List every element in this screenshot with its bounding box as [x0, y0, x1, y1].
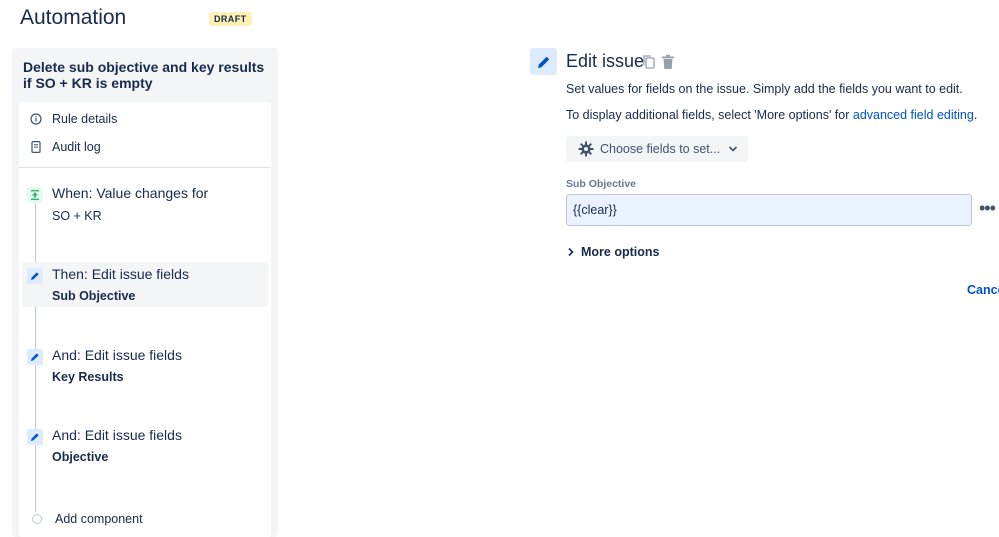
step-title: And: Edit issue fields	[52, 347, 182, 363]
edit-issue-icon	[530, 48, 557, 75]
pencil-icon	[27, 429, 43, 445]
gear-icon	[578, 141, 594, 157]
editor-description: Set values for fields on the issue. Simp…	[566, 82, 963, 96]
step-subtitle: SO + KR	[52, 209, 102, 223]
sub-objective-input[interactable]: {{clear}}	[566, 194, 972, 226]
step-edit-objective[interactable]: And: Edit issue fields Objective	[22, 423, 268, 468]
step-edit-sub-objective[interactable]: Then: Edit issue fields Sub Objective	[22, 262, 268, 307]
choose-fields-button[interactable]: Choose fields to set...	[566, 136, 748, 162]
add-dot-icon	[32, 514, 42, 524]
add-component-label: Add component	[55, 512, 143, 526]
rule-steps-card: Rule details Audit log When: Value chang…	[19, 102, 271, 537]
step-subtitle: Sub Objective	[52, 289, 136, 303]
advanced-hint-text: To display additional fields, select 'Mo…	[566, 108, 853, 122]
trash-icon[interactable]	[661, 54, 675, 70]
draft-badge: DRAFT	[209, 12, 252, 26]
step-trigger[interactable]: When: Value changes for SO + KR	[22, 182, 268, 228]
document-icon	[29, 140, 43, 154]
more-actions-icon[interactable]: •••	[979, 198, 996, 219]
step-title: Then: Edit issue fields	[52, 266, 189, 282]
rule-sidebar: Delete sub objective and key results if …	[12, 48, 278, 537]
rule-details-label: Rule details	[52, 112, 118, 126]
chevron-right-icon	[567, 247, 575, 257]
advanced-hint-suffix: .	[973, 108, 978, 122]
pencil-icon	[27, 349, 43, 365]
info-icon	[29, 112, 43, 126]
field-label: Sub Objective	[566, 178, 637, 190]
step-title: When: Value changes for	[52, 185, 209, 201]
editor-title: Edit issue	[566, 51, 645, 71]
copy-icon[interactable]	[642, 54, 656, 70]
pencil-icon	[27, 268, 43, 284]
rule-details-item[interactable]: Rule details	[29, 112, 117, 126]
more-options-label: More options	[581, 245, 660, 259]
step-subtitle: Objective	[52, 450, 109, 464]
chevron-down-icon	[728, 145, 738, 153]
advanced-field-editing-link[interactable]: advanced field editing	[853, 108, 974, 122]
more-options-toggle[interactable]: More options	[567, 245, 659, 259]
audit-log-label: Audit log	[52, 140, 101, 154]
advanced-hint: To display additional fields, select 'Mo…	[566, 108, 977, 122]
cancel-button[interactable]: Cancel	[967, 283, 999, 297]
audit-log-item[interactable]: Audit log	[29, 140, 101, 154]
divider	[19, 167, 271, 168]
trigger-icon	[27, 187, 43, 203]
add-component-button[interactable]: Add component	[29, 512, 143, 526]
step-edit-key-results[interactable]: And: Edit issue fields Key Results	[22, 343, 268, 388]
step-subtitle: Key Results	[52, 370, 124, 384]
page-title: Automation	[20, 6, 127, 29]
rule-name: Delete sub objective and key results if …	[23, 59, 265, 91]
step-title: And: Edit issue fields	[52, 427, 182, 443]
choose-fields-label: Choose fields to set...	[600, 142, 721, 156]
